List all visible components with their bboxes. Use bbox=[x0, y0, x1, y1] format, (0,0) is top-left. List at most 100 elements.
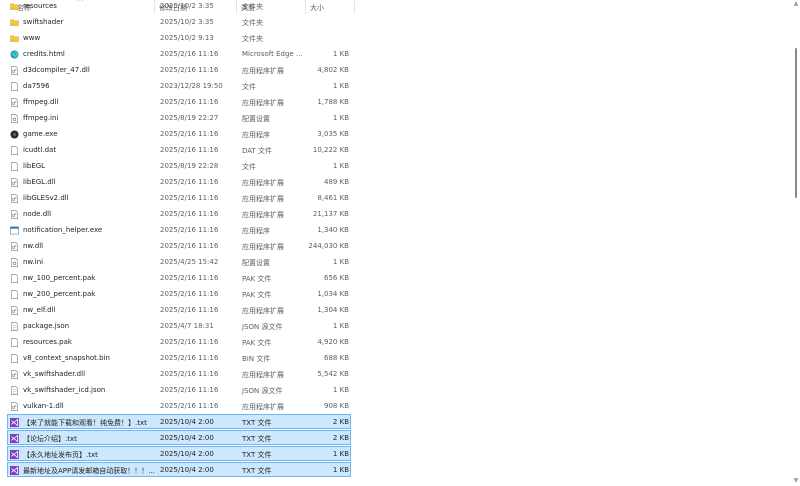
file-type: TXT 文件 bbox=[242, 435, 272, 443]
scrollbar-thumb[interactable] bbox=[795, 48, 797, 198]
file-row[interactable]: vk_swiftshader_icd.json 2025/2/16 11:16 JS… bbox=[7, 382, 351, 397]
file-row[interactable]: libEGL 2025/8/19 22:28 文件 1 KB bbox=[7, 158, 351, 173]
file-type: 应用程序扩展 bbox=[242, 307, 284, 315]
file-row[interactable]: www 2025/10/2 9:13 文件夹 bbox=[7, 30, 351, 45]
file-type: JSON 源文件 bbox=[242, 323, 283, 331]
file-row[interactable]: icudtl.dat 2025/2/16 11:16 DAT 文件 10,222 KB bbox=[7, 142, 351, 157]
file-date: 2025/4/7 18:31 bbox=[160, 322, 214, 330]
dll-icon bbox=[10, 178, 19, 187]
dll-icon bbox=[10, 194, 19, 203]
file-type: 配置设置 bbox=[242, 115, 270, 123]
file-name: libEGL bbox=[23, 162, 46, 170]
file-date: 2025/2/16 11:16 bbox=[160, 386, 219, 394]
file-row[interactable]: vk_swiftshader.dll 2025/2/16 11:16 应用程序扩展 5… bbox=[7, 366, 351, 381]
file-date: 2025/8/19 22:27 bbox=[160, 114, 219, 122]
file-row[interactable]: ffmpeg.ini 2025/8/19 22:27 配置设置 1 KB bbox=[7, 110, 351, 125]
file-type: DAT 文件 bbox=[242, 147, 273, 155]
file-row[interactable]: 【论坛介绍】.txt 2025/10/4 2:00 TXT 文件 2 KB bbox=[7, 430, 351, 445]
file-row[interactable]: nw_100_percent.pak 2025/2/16 11:16 PAK 文件 6… bbox=[7, 270, 351, 285]
folder-icon bbox=[10, 34, 19, 43]
scroll-up-icon[interactable]: ▲ bbox=[793, 1, 799, 7]
file-date: 2025/2/16 11:16 bbox=[160, 226, 219, 234]
file-size: 1,788 KB bbox=[317, 98, 349, 106]
file-type: 文件夹 bbox=[242, 3, 263, 11]
file-row[interactable]: node.dll 2025/2/16 11:16 应用程序扩展 21,137 KB bbox=[7, 206, 351, 221]
file-size: 244,030 KB bbox=[308, 242, 349, 250]
file-row[interactable]: resources 2025/10/2 3:35 文件夹 bbox=[7, 0, 351, 13]
column-divider[interactable] bbox=[354, 0, 355, 14]
file-row[interactable]: nw.ini 2025/4/25 15:42 配置设置 1 KB bbox=[7, 254, 351, 269]
file-row[interactable]: nw.dll 2025/2/16 11:16 应用程序扩展 244,030 KB bbox=[7, 238, 351, 253]
file-size: 8,461 KB bbox=[317, 194, 349, 202]
file-size: 908 KB bbox=[324, 402, 349, 410]
file-type: 文件夹 bbox=[242, 35, 263, 43]
file-icon bbox=[10, 338, 19, 347]
edge-icon bbox=[10, 50, 19, 59]
dll-icon bbox=[10, 242, 19, 251]
file-row[interactable]: v8_context_snapshot.bin 2025/2/16 11:16 BI… bbox=[7, 350, 351, 365]
file-row[interactable]: nw_200_percent.pak 2025/2/16 11:16 PAK 文件 1… bbox=[7, 286, 351, 301]
file-date: 2025/4/25 15:42 bbox=[160, 258, 219, 266]
file-type: 应用程序扩展 bbox=[242, 195, 284, 203]
file-size: 1,340 KB bbox=[317, 226, 349, 234]
file-name: 【永久地址发布页】.txt bbox=[23, 451, 98, 459]
vertical-scrollbar[interactable]: ▲ ▼ bbox=[792, 0, 800, 486]
file-date: 2025/10/4 2:00 bbox=[160, 466, 214, 474]
file-row[interactable]: notification_helper.exe 2025/2/16 11:16 应用… bbox=[7, 222, 351, 237]
file-name: 【来了就能下载和观看！纯免费！】.txt bbox=[23, 419, 147, 427]
file-type: PAK 文件 bbox=[242, 339, 272, 347]
file-row[interactable]: game.exe 2025/2/16 11:16 应用程序 3,035 KB bbox=[7, 126, 351, 141]
file-name: resources.pak bbox=[23, 338, 72, 346]
file-name: vk_swiftshader.dll bbox=[23, 370, 86, 378]
game-exe-icon bbox=[10, 130, 19, 139]
file-name: vk_swiftshader_icd.json bbox=[23, 386, 106, 394]
file-type: TXT 文件 bbox=[242, 419, 272, 427]
file-icon bbox=[10, 354, 19, 363]
file-row[interactable]: libEGL.dll 2025/2/16 11:16 应用程序扩展 489 KB bbox=[7, 174, 351, 189]
file-size: 2 KB bbox=[332, 434, 349, 442]
file-row[interactable]: ffmpeg.dll 2025/2/16 11:16 应用程序扩展 1,788 KB bbox=[7, 94, 351, 109]
txt-vs-icon bbox=[10, 434, 19, 443]
file-name: node.dll bbox=[23, 210, 52, 218]
file-row[interactable]: vulkan-1.dll 2025/2/16 11:16 应用程序扩展 908 KB bbox=[7, 398, 351, 413]
file-type: 应用程序扩展 bbox=[242, 67, 284, 75]
file-row[interactable]: d3dcompiler_47.dll 2025/2/16 11:16 应用程序扩展 4… bbox=[7, 62, 351, 77]
file-name: package.json bbox=[23, 322, 70, 330]
file-row[interactable]: credits.html 2025/2/16 11:16 Microsoft Edg… bbox=[7, 46, 351, 61]
file-size: 1 KB bbox=[332, 386, 349, 394]
file-type: 应用程序扩展 bbox=[242, 99, 284, 107]
file-size: 1 KB bbox=[332, 114, 349, 122]
file-type: 文件 bbox=[242, 163, 256, 171]
file-type: 应用程序扩展 bbox=[242, 403, 284, 411]
file-row[interactable]: package.json 2025/4/7 18:31 JSON 源文件 1 KB bbox=[7, 318, 351, 333]
file-row[interactable]: da7596 2023/12/28 19:50 文件 1 KB bbox=[7, 78, 351, 93]
file-row[interactable]: libGLESv2.dll 2025/2/16 11:16 应用程序扩展 8,461 … bbox=[7, 190, 351, 205]
file-date: 2025/2/16 11:16 bbox=[160, 178, 219, 186]
file-type: 文件 bbox=[242, 83, 256, 91]
file-date: 2025/2/16 11:16 bbox=[160, 98, 219, 106]
scroll-down-icon[interactable]: ▼ bbox=[793, 478, 799, 484]
file-row[interactable]: 【来了就能下载和观看！纯免费！】.txt 2025/10/4 2:00 TXT 文件… bbox=[7, 414, 351, 429]
file-name: game.exe bbox=[23, 130, 58, 138]
file-name: ffmpeg.ini bbox=[23, 114, 59, 122]
file-size: 1 KB bbox=[332, 466, 349, 474]
file-row[interactable]: 最新地址及APP请发邮箱自动获取！！！... 2025/10/4 2:00 TXT … bbox=[7, 462, 351, 477]
json-icon bbox=[10, 322, 19, 331]
file-size: 1 KB bbox=[332, 82, 349, 90]
file-date: 2025/10/2 3:35 bbox=[160, 18, 214, 26]
file-type: JSON 源文件 bbox=[242, 387, 283, 395]
dll-icon bbox=[10, 66, 19, 75]
file-date: 2025/2/16 11:16 bbox=[160, 354, 219, 362]
file-row[interactable]: 【永久地址发布页】.txt 2025/10/4 2:00 TXT 文件 1 KB bbox=[7, 446, 351, 461]
file-size: 1 KB bbox=[332, 162, 349, 170]
file-size: 2 KB bbox=[332, 418, 349, 426]
file-date: 2025/10/4 2:00 bbox=[160, 418, 214, 426]
ini-icon bbox=[10, 258, 19, 267]
file-size: 489 KB bbox=[324, 178, 349, 186]
file-name: da7596 bbox=[23, 82, 50, 90]
file-row[interactable]: nw_elf.dll 2025/2/16 11:16 应用程序扩展 1,304 KB bbox=[7, 302, 351, 317]
file-row[interactable]: swiftshader 2025/10/2 3:35 文件夹 bbox=[7, 14, 351, 29]
file-row[interactable]: resources.pak 2025/2/16 11:16 PAK 文件 4,920 … bbox=[7, 334, 351, 349]
file-date: 2025/2/16 11:16 bbox=[160, 242, 219, 250]
file-name: d3dcompiler_47.dll bbox=[23, 66, 90, 74]
